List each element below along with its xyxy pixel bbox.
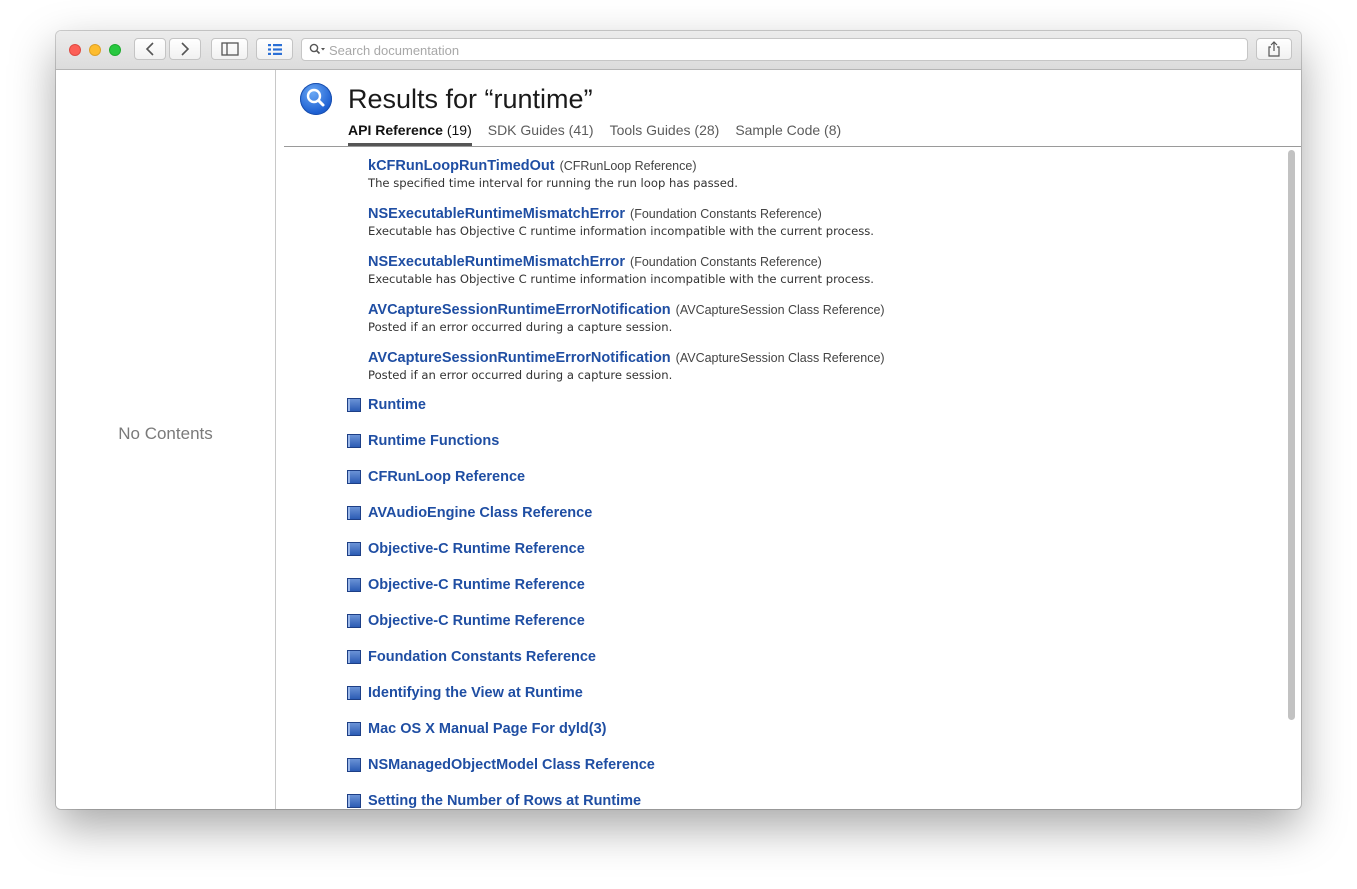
tab-count: (8) [824,122,842,138]
scrollbar-thumb[interactable] [1288,150,1295,720]
api-result-item: AVCaptureSessionRuntimeErrorNotification… [368,301,885,334]
doc-result-item[interactable]: AVAudioEngine Class Reference [347,505,592,521]
api-result-description: Executable has Objective C runtime infor… [368,272,874,286]
doc-result-link[interactable]: CFRunLoop Reference [368,469,525,485]
doc-result-item[interactable]: Objective-C Runtime Reference [347,577,585,593]
forward-button[interactable] [169,38,201,60]
book-icon [347,614,361,628]
search-results-pane: Results for “runtime” API Reference (19)… [276,70,1301,809]
doc-result-link[interactable]: Identifying the View at Runtime [368,685,583,701]
tab-count: (41) [568,122,594,138]
api-result-description: Executable has Objective C runtime infor… [368,224,874,238]
table-of-contents-button[interactable] [256,38,293,60]
results-scrollbar[interactable] [1285,148,1297,808]
doc-result-item[interactable]: Identifying the View at Runtime [347,685,583,701]
doc-result-link[interactable]: AVAudioEngine Class Reference [368,505,592,521]
api-result-reference: (AVCaptureSession Class Reference) [675,351,885,365]
api-result-reference: (Foundation Constants Reference) [630,207,822,221]
api-result-description: Posted if an error occurred during a cap… [368,368,673,382]
toggle-sidebar-button[interactable] [211,38,248,60]
minimize-window-button[interactable] [89,44,101,56]
book-icon [347,398,361,412]
doc-result-item[interactable]: CFRunLoop Reference [347,469,525,485]
share-button[interactable] [1256,38,1292,60]
tab-label: Sample Code [735,122,821,138]
chevron-right-icon [181,42,190,56]
api-result-link[interactable]: NSExecutableRuntimeMismatchError [368,206,625,222]
api-result-reference: (AVCaptureSession Class Reference) [675,303,885,317]
sidebar-empty-message: No Contents [118,424,213,443]
tab-sample-code[interactable]: Sample Code (8) [735,122,841,146]
doc-result-item[interactable]: Objective-C Runtime Reference [347,613,585,629]
doc-result-link[interactable]: Runtime [368,397,426,413]
book-icon [347,722,361,736]
chevron-left-icon [145,42,154,56]
tab-tools-guides[interactable]: Tools Guides (28) [610,122,720,146]
tab-api-reference[interactable]: API Reference (19) [348,122,472,146]
book-icon [347,434,361,448]
api-result-link[interactable]: AVCaptureSessionRuntimeErrorNotification [368,302,671,318]
book-icon [347,650,361,664]
tab-label: API Reference [348,122,443,138]
doc-result-link[interactable]: Setting the Number of Rows at Runtime [368,793,641,809]
api-result-item: kCFRunLoopRunTimedOut (CFRunLoop Referenc… [368,157,738,190]
api-result-item: NSExecutableRuntimeMismatchError (Foundat… [368,205,874,238]
doc-result-item[interactable]: Runtime Functions [347,433,499,449]
book-icon [347,686,361,700]
back-button[interactable] [134,38,166,60]
list-icon [267,43,282,55]
doc-result-item[interactable]: Objective-C Runtime Reference [347,541,585,557]
book-icon [347,542,361,556]
api-result-reference: (Foundation Constants Reference) [630,255,822,269]
book-icon [347,470,361,484]
doc-result-link[interactable]: Objective-C Runtime Reference [368,541,585,557]
doc-result-link[interactable]: Runtime Functions [368,433,499,449]
sidebar-icon [220,42,239,56]
book-icon [347,578,361,592]
tab-label: SDK Guides [487,122,565,138]
doc-result-link[interactable]: Foundation Constants Reference [368,649,596,665]
close-window-button[interactable] [69,44,81,56]
doc-result-item[interactable]: Mac OS X Manual Page For dyld(3) [347,721,607,737]
doc-result-item[interactable]: NSManagedObjectModel Class Reference [347,757,655,773]
tab-sdk-guides[interactable]: SDK Guides (41) [488,122,594,146]
api-result-item: AVCaptureSessionRuntimeErrorNotification… [368,349,885,382]
documentation-window: No Contents Results for “runtime” API Re… [56,31,1301,809]
api-result-link[interactable]: kCFRunLoopRunTimedOut [368,158,555,174]
page-title: Results for “runtime” [348,84,593,114]
search-icon [309,43,325,55]
book-icon [347,794,361,808]
api-result-link[interactable]: NSExecutableRuntimeMismatchError [368,254,625,270]
doc-result-link[interactable]: Mac OS X Manual Page For dyld(3) [368,721,607,737]
tab-count: (19) [446,122,472,138]
tab-label: Tools Guides [609,122,691,138]
api-result-link[interactable]: AVCaptureSessionRuntimeErrorNotification [368,350,671,366]
doc-result-link[interactable]: Objective-C Runtime Reference [368,577,585,593]
doc-result-item[interactable]: Runtime [347,397,426,413]
doc-result-link[interactable]: Objective-C Runtime Reference [368,613,585,629]
zoom-window-button[interactable] [109,44,121,56]
share-icon [1268,41,1280,57]
book-icon [347,758,361,772]
doc-result-item[interactable]: Setting the Number of Rows at Runtime [347,793,641,809]
sidebar: No Contents [56,70,276,809]
search-results-icon [300,83,332,115]
book-icon [347,506,361,520]
api-result-reference: (CFRunLoop Reference) [559,159,697,173]
doc-result-item[interactable]: Foundation Constants Reference [347,649,596,665]
search-field[interactable] [301,38,1248,61]
result-category-tabs: API Reference (19) SDK Guides (41) Tools… [348,122,857,146]
api-result-description: Posted if an error occurred during a cap… [368,320,673,334]
search-input[interactable] [327,40,1231,61]
tab-count: (28) [694,122,720,138]
api-result-description: The specified time interval for running … [368,176,738,190]
doc-result-link[interactable]: NSManagedObjectModel Class Reference [368,757,655,773]
toolbar [56,31,1301,70]
api-result-item: NSExecutableRuntimeMismatchError (Foundat… [368,253,874,286]
results-list: kCFRunLoopRunTimedOut (CFRunLoop Referenc… [284,147,1286,809]
